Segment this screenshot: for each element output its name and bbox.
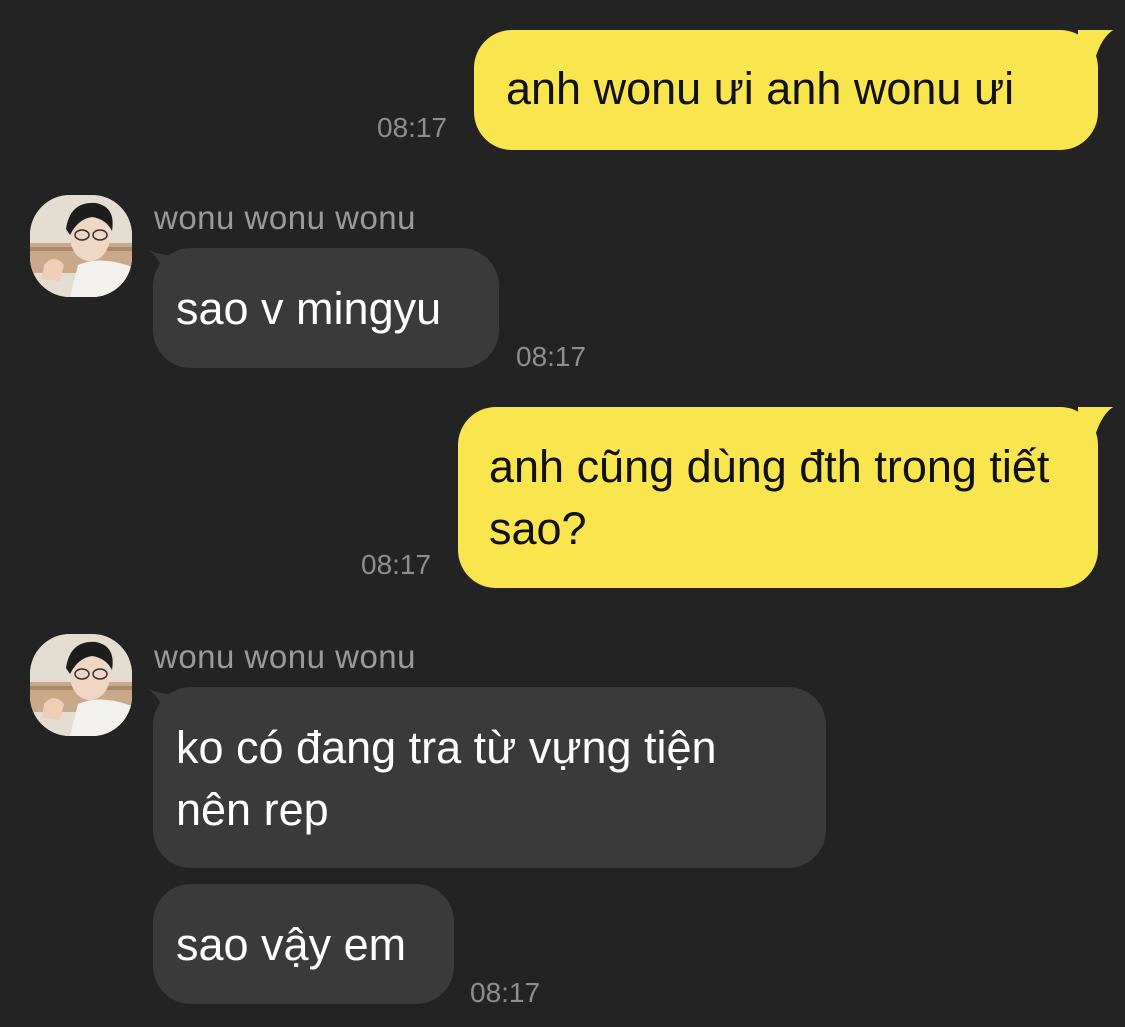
message-bubble[interactable]: anh wonu ưi anh wonu ưi (474, 30, 1098, 150)
message-timestamp: 08:17 (516, 341, 587, 372)
message-bubble[interactable]: sao vậy em (153, 884, 454, 1004)
message-text: anh wonu ưi anh wonu ưi (506, 63, 1015, 114)
chat-thread[interactable]: 08:17 anh wonu ưi anh wonu ưi wonu wonu … (0, 0, 1125, 1027)
sender-name: wonu wonu wonu (154, 199, 417, 236)
message-text: sao vậy em (176, 919, 407, 970)
avatar[interactable] (30, 195, 132, 297)
message-timestamp: 08:17 (377, 112, 448, 143)
message-bubble[interactable]: anh cũng dùng đth trong tiết sao? (458, 407, 1098, 588)
profile-photo-icon (30, 195, 132, 297)
bubble-tail (1078, 30, 1114, 61)
bubble-tail (1078, 407, 1114, 438)
sender-name: wonu wonu wonu (154, 638, 417, 675)
message-text: sao v mingyu (176, 283, 442, 334)
avatar[interactable] (30, 634, 132, 736)
message-bubble[interactable]: sao v mingyu (153, 248, 499, 368)
message-timestamp: 08:17 (361, 549, 432, 580)
message-text: ko có đang tra từ vựng tiện nên rep (176, 722, 717, 835)
message-text: anh cũng dùng đth trong tiết sao? (489, 441, 1050, 554)
profile-photo-icon (30, 634, 132, 736)
message-bubble[interactable]: ko có đang tra từ vựng tiện nên rep (153, 687, 826, 868)
message-timestamp: 08:17 (470, 977, 541, 1008)
